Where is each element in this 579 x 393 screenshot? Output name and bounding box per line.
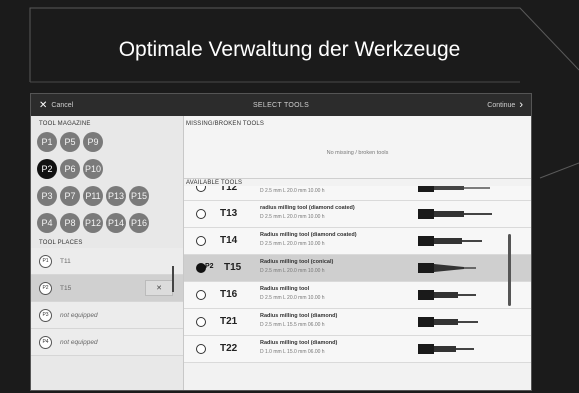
continue-button[interactable]: Continue › xyxy=(487,99,523,111)
left-panel: TOOL MAGAZINE P1 P5 P9 P2 P6 P10 P3 P7 P… xyxy=(31,116,184,390)
missing-tools-label: MISSING/BROKEN TOOLS xyxy=(186,121,265,127)
radio-button[interactable] xyxy=(196,186,206,192)
magazine-row-2: P2 P6 P10 xyxy=(37,159,103,179)
tool-id: T13 xyxy=(220,208,238,219)
magazine-slot[interactable]: P9 xyxy=(83,132,103,152)
tool-row-selected[interactable]: P2 T15 Radius milling tool (conical) D 2… xyxy=(184,255,531,282)
milling-tool-icon xyxy=(418,290,476,300)
place-text: not equipped xyxy=(60,311,98,319)
tool-id: T21 xyxy=(220,316,238,327)
magazine-slot[interactable]: P13 xyxy=(106,186,126,206)
magazine-row-1: P1 P5 P9 xyxy=(37,132,103,152)
tool-places-label: TOOL PLACES xyxy=(39,240,83,246)
tool-row[interactable]: T16 Radius milling tool D 2.5 mm L 20.0 … xyxy=(184,282,531,309)
radio-button[interactable] xyxy=(196,290,206,300)
tool-dimensions: D 2.5 mm L 20.0 mm 10.00 h xyxy=(260,241,325,247)
remove-tool-button[interactable]: ✕ xyxy=(145,280,173,296)
tools-scrollbar[interactable] xyxy=(508,234,511,306)
magazine-slot[interactable]: P3 xyxy=(37,186,57,206)
missing-tools-message: No missing / broken tools xyxy=(326,150,389,156)
left-scrollbar[interactable] xyxy=(172,266,174,292)
magazine-slot[interactable]: P1 xyxy=(37,132,57,152)
chevron-right-icon: › xyxy=(519,99,523,111)
milling-tool-icon xyxy=(418,186,490,192)
tool-dimensions: D 2.5 mm L 20.0 mm 10.00 h xyxy=(260,214,325,220)
milling-tool-icon xyxy=(418,344,474,354)
tool-id: T14 xyxy=(220,235,238,246)
tool-id: T12 xyxy=(220,186,238,193)
place-text: not equipped xyxy=(60,338,98,346)
magazine-slot[interactable]: P14 xyxy=(106,213,126,233)
magazine-slot[interactable]: P10 xyxy=(83,159,103,179)
milling-tool-icon xyxy=(418,236,482,246)
screen-title: SELECT TOOLS xyxy=(252,101,310,109)
magazine-slot[interactable]: P5 xyxy=(60,132,80,152)
radio-button[interactable] xyxy=(196,317,206,327)
place-text: T11 xyxy=(60,257,71,265)
milling-tool-icon xyxy=(418,209,492,219)
tool-place-item[interactable]: P4 not equipped xyxy=(31,329,183,356)
magazine-slot[interactable]: P8 xyxy=(60,213,80,233)
top-bar: ✕ Cancel SELECT TOOLS Continue › xyxy=(31,94,531,116)
tool-id: T16 xyxy=(220,289,238,300)
milling-tool-icon xyxy=(418,317,478,327)
cancel-label: Cancel xyxy=(51,101,74,109)
place-pin: P2 xyxy=(39,281,52,295)
tool-row[interactable]: T14 Radius milling tool (diamond coated)… xyxy=(184,228,531,255)
tool-dimensions: D 2.5 mm L 20.0 mm 10.00 h xyxy=(260,295,325,301)
right-panel: MISSING/BROKEN TOOLS No missing / broken… xyxy=(184,116,531,390)
close-icon: ✕ xyxy=(39,99,48,111)
magazine-slot[interactable]: P4 xyxy=(37,213,57,233)
tool-name: Radius milling tool (conical) xyxy=(260,259,334,265)
magazine-row-3: P3 P7 P11 P13 P15 xyxy=(37,186,149,206)
cancel-button[interactable]: ✕ Cancel xyxy=(39,100,73,111)
tool-dimensions: D 2.5 mm L 20.0 mm 10.00 h xyxy=(260,268,325,274)
tablet-screen: ✕ Cancel SELECT TOOLS Continue › TOOL MA… xyxy=(30,93,532,391)
available-tools-list: T12 D 2.5 mm L 20.0 mm 10.00 h T13 radiu… xyxy=(184,186,531,363)
place-pin: P1 xyxy=(39,254,52,268)
tool-row[interactable]: T13 radius milling tool (diamond coated)… xyxy=(184,201,531,228)
tool-place-item[interactable]: P3 not equipped xyxy=(31,302,183,329)
continue-label: Continue xyxy=(487,101,516,109)
magazine-slot[interactable]: P11 xyxy=(83,186,103,206)
missing-tools-box: MISSING/BROKEN TOOLS No missing / broken… xyxy=(184,116,531,179)
tool-name: Radius milling tool (diamond coated) xyxy=(260,232,357,238)
magazine-slot[interactable]: P15 xyxy=(129,186,149,206)
tool-dimensions: D 2.5 mm L 15.5 mm 06.00 h xyxy=(260,322,325,328)
tool-id: T15 xyxy=(224,262,242,273)
tool-row[interactable]: T21 Radius milling tool (diamond) D 2.5 … xyxy=(184,309,531,336)
tool-place-item-selected[interactable]: P2 T15 ✕ xyxy=(31,275,183,302)
tool-dimensions: D 2.5 mm L 20.0 mm 10.00 h xyxy=(260,188,325,194)
tool-row[interactable]: T12 D 2.5 mm L 20.0 mm 10.00 h xyxy=(184,186,531,201)
tool-name: radius milling tool (diamond coated) xyxy=(260,205,355,211)
magazine-slot[interactable]: P6 xyxy=(60,159,80,179)
tool-place-item[interactable]: P1 T11 xyxy=(31,248,183,275)
magazine-row-4: P4 P8 P12 P14 P16 xyxy=(37,213,149,233)
magazine-slot-selected[interactable]: P2 xyxy=(37,159,57,179)
tool-dimensions: D 1.0 mm L 15.0 mm 06.00 h xyxy=(260,349,325,355)
conical-tool-icon xyxy=(418,263,476,273)
tool-id: T22 xyxy=(220,343,238,354)
tool-places-list: P1 T11 P2 T15 ✕ P3 not equipped P4 not e… xyxy=(31,248,183,356)
tool-position: P2 xyxy=(205,263,214,270)
radio-button[interactable] xyxy=(196,344,206,354)
magazine-slot[interactable]: P12 xyxy=(83,213,103,233)
page-headline: Optimale Verwaltung der Werkzeuge xyxy=(118,38,461,61)
tool-name: Radius milling tool (diamond) xyxy=(260,340,338,346)
radio-button[interactable] xyxy=(196,236,206,246)
tool-name: Radius milling tool xyxy=(260,286,310,292)
magazine-slot[interactable]: P16 xyxy=(129,213,149,233)
place-pin: P4 xyxy=(39,335,52,349)
tool-name: Radius milling tool (diamond) xyxy=(260,313,338,319)
magazine-slot[interactable]: P7 xyxy=(60,186,80,206)
tool-magazine-label: TOOL MAGAZINE xyxy=(39,121,91,127)
place-text: T15 xyxy=(60,284,72,292)
tool-row[interactable]: T22 Radius milling tool (diamond) D 1.0 … xyxy=(184,336,531,363)
radio-button[interactable] xyxy=(196,209,206,219)
place-pin: P3 xyxy=(39,308,52,322)
